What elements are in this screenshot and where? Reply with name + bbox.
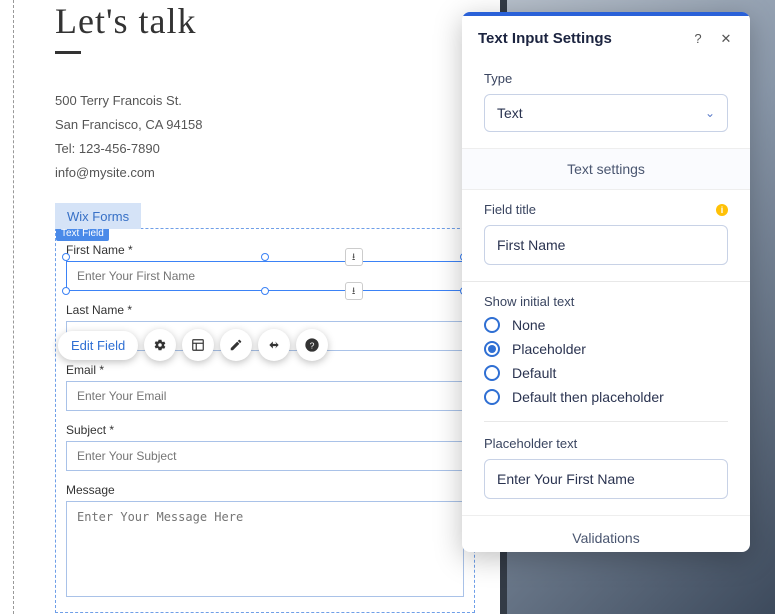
email-input[interactable] (66, 381, 464, 411)
show-initial-label: Show initial text (484, 294, 728, 309)
wix-forms-label[interactable]: Wix Forms (55, 203, 141, 229)
selected-field-firstname[interactable]: First Name * ⭳ ⭳ (66, 243, 464, 291)
field-label: Message (66, 483, 464, 497)
contact-address-2: San Francisco, CA 94158 (55, 113, 475, 137)
animation-icon[interactable] (258, 329, 290, 361)
canvas-guide-left (13, 0, 14, 614)
field-title-label: Field title i (484, 202, 728, 217)
close-icon[interactable]: ✕ (718, 31, 734, 47)
radio-icon (484, 341, 500, 357)
radio-icon (484, 317, 500, 333)
text-settings-header[interactable]: Text settings (462, 148, 750, 190)
placeholder-text-label: Placeholder text (484, 436, 728, 451)
panel-header: Text Input Settings ? ✕ (462, 16, 750, 59)
form-container[interactable]: Text Field First Name * ⭳ ⭳ Last Name * … (55, 228, 475, 613)
download-icon[interactable]: ⭳ (345, 282, 363, 300)
resize-handle[interactable] (62, 253, 70, 261)
radio-label: None (512, 317, 545, 333)
contact-tel: Tel: 123-456-7890 (55, 137, 475, 161)
field-title-section: Field title i (462, 190, 750, 281)
design-icon[interactable] (220, 329, 252, 361)
radio-icon (484, 389, 500, 405)
settings-icon[interactable] (144, 329, 176, 361)
radio-placeholder[interactable]: Placeholder (484, 341, 728, 357)
type-label: Type (484, 71, 728, 86)
resize-handle[interactable] (62, 287, 70, 295)
contact-email: info@mysite.com (55, 161, 475, 185)
text-input-settings-panel: Text Input Settings ? ✕ Type Text ⌄ Text… (462, 12, 750, 552)
type-value: Text (497, 105, 523, 121)
chevron-down-icon: ⌄ (705, 106, 715, 120)
warning-icon[interactable]: i (716, 204, 728, 216)
contact-address-1: 500 Terry Francois St. (55, 89, 475, 113)
help-icon[interactable]: ? (296, 329, 328, 361)
radio-label: Default then placeholder (512, 389, 664, 405)
page-content: Let's talk 500 Terry Francois St. San Fr… (55, 0, 475, 613)
radio-default[interactable]: Default (484, 365, 728, 381)
resize-handle[interactable] (261, 287, 269, 295)
edit-field-button[interactable]: Edit Field (58, 331, 138, 360)
divider (484, 421, 728, 422)
radio-default-then-placeholder[interactable]: Default then placeholder (484, 389, 728, 405)
field-toolbar: Edit Field ? (58, 329, 328, 361)
field-label: Email * (66, 363, 464, 377)
type-section: Type Text ⌄ (462, 59, 750, 148)
message-textarea[interactable] (66, 501, 464, 597)
download-icon[interactable]: ⭳ (345, 248, 363, 266)
validations-header[interactable]: Validations (462, 515, 750, 552)
type-dropdown[interactable]: Text ⌄ (484, 94, 728, 132)
field-label: Last Name * (66, 303, 464, 317)
help-icon[interactable]: ? (690, 31, 706, 47)
layout-icon[interactable] (182, 329, 214, 361)
panel-title: Text Input Settings (478, 30, 678, 47)
resize-handle[interactable] (261, 253, 269, 261)
title-underline (55, 50, 81, 54)
radio-label: Placeholder (512, 341, 586, 357)
subject-input[interactable] (66, 441, 464, 471)
field-title-input[interactable] (484, 225, 728, 265)
radio-icon (484, 365, 500, 381)
svg-text:?: ? (310, 341, 315, 351)
radio-none[interactable]: None (484, 317, 728, 333)
contact-info: 500 Terry Francois St. San Francisco, CA… (55, 89, 475, 185)
initial-text-section: Show initial text None Placeholder Defau… (462, 281, 750, 515)
placeholder-text-input[interactable] (484, 459, 728, 499)
radio-label: Default (512, 365, 556, 381)
page-title: Let's talk (55, 0, 475, 42)
field-label: Subject * (66, 423, 464, 437)
